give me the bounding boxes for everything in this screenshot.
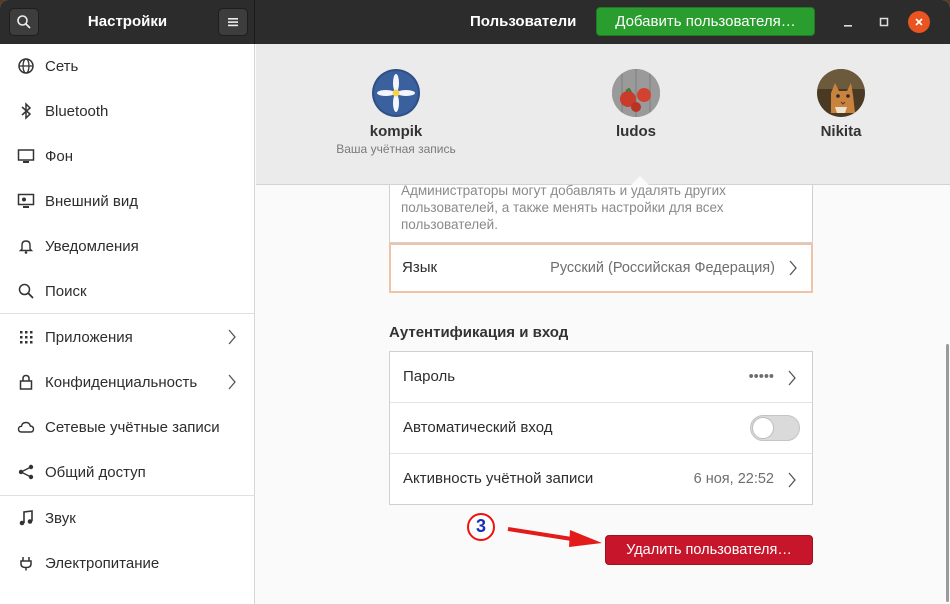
password-label: Пароль [403, 368, 456, 385]
sidebar-item-background[interactable]: Фон [0, 134, 254, 178]
auth-section-title: Аутентификация и вход [389, 324, 569, 341]
toggle-knob [752, 417, 774, 439]
minimize-icon [844, 25, 852, 27]
avatar [817, 69, 865, 117]
search-icon [17, 15, 31, 29]
step-callout: 3 [467, 513, 495, 541]
sidebar: Сеть Bluetooth Фон Внешний вид Уведомлен… [0, 44, 255, 604]
share-icon [17, 463, 35, 481]
user-switcher: kompik Ваша учётная запись ludos Nikita [256, 44, 950, 185]
user-name: ludos [616, 123, 656, 140]
chevron-right-icon [228, 329, 236, 349]
hamburger-icon [228, 18, 238, 27]
appearance-icon [17, 192, 35, 210]
sidebar-item-label: Поиск [45, 282, 87, 300]
password-row[interactable]: Пароль ••••• [390, 352, 812, 402]
account-activity-row[interactable]: Активность учётной записи 6 ноя, 22:52 [390, 454, 812, 504]
delete-user-button[interactable]: Удалить пользователя… [605, 535, 813, 565]
user-name: Nikita [820, 123, 862, 140]
bell-icon [17, 237, 35, 255]
sidebar-item-label: Фон [45, 147, 74, 165]
apps-grid-icon [17, 328, 35, 346]
sidebar-item-search[interactable]: Поиск [0, 269, 254, 313]
autologin-label: Автоматический вход [403, 419, 553, 436]
sidebar-divider [0, 313, 254, 314]
chevron-right-icon [789, 260, 797, 281]
activity-value: 6 ноя, 22:52 [693, 471, 774, 487]
minimize-button[interactable] [838, 12, 858, 32]
language-value: Русский (Российская Федерация) [550, 260, 775, 276]
lock-icon [17, 373, 35, 391]
menu-button[interactable] [218, 8, 248, 36]
scrollbar[interactable] [946, 344, 949, 602]
language-label: Язык [402, 259, 438, 276]
avatar [372, 69, 420, 117]
background-icon [17, 147, 35, 165]
language-row[interactable]: Язык Русский (Российская Федерация) [389, 243, 813, 293]
sidebar-item-privacy[interactable]: Конфиденциальность [0, 360, 254, 404]
avatar [612, 69, 660, 117]
sidebar-item-applications[interactable]: Приложения [0, 315, 254, 359]
chevron-right-icon [228, 374, 236, 394]
auth-panel: Пароль ••••• Автоматический вход Активно… [389, 351, 813, 505]
power-icon [17, 554, 35, 572]
close-icon [915, 18, 923, 26]
sidebar-item-online-accounts[interactable]: Сетевые учётные записи [0, 405, 254, 449]
sidebar-item-bluetooth[interactable]: Bluetooth [0, 89, 254, 133]
close-button[interactable] [908, 11, 930, 33]
autologin-toggle[interactable] [750, 415, 800, 441]
users-panel: kompik Ваша учётная запись ludos Nikita … [256, 44, 950, 604]
bluetooth-icon [17, 102, 35, 120]
search-icon [17, 282, 35, 300]
arrow-annotation-icon [507, 527, 602, 547]
user-subtitle: Ваша учётная запись [336, 142, 456, 156]
sidebar-item-label: Bluetooth [45, 102, 109, 120]
activity-label: Активность учётной записи [403, 470, 594, 487]
sidebar-item-network[interactable]: Сеть [0, 44, 254, 88]
autologin-row: Автоматический вход [390, 403, 812, 453]
user-card-nikita[interactable]: Nikita [751, 69, 931, 140]
page-title: Пользователи [470, 13, 577, 30]
header-left: Настройки [0, 0, 255, 44]
app-title: Настройки [87, 13, 168, 30]
admin-description: Администраторы могут добавлять и удалять… [401, 183, 726, 232]
search-button[interactable] [9, 8, 39, 36]
sidebar-item-label: Уведомления [45, 237, 139, 255]
sidebar-item-label: Звук [45, 509, 76, 527]
header-bar: Настройки Пользователи Добавить пользова… [0, 0, 950, 44]
sidebar-item-sharing[interactable]: Общий доступ [0, 450, 254, 494]
password-value: ••••• [748, 369, 774, 385]
sidebar-item-label: Сеть [45, 57, 79, 75]
music-note-icon [17, 509, 35, 527]
user-name: kompik [369, 123, 423, 140]
sidebar-item-label: Внешний вид [45, 192, 138, 210]
cloud-icon [17, 418, 35, 436]
user-card-kompik[interactable]: kompik Ваша учётная запись [306, 69, 486, 156]
maximize-button[interactable] [874, 12, 894, 32]
sidebar-item-label: Конфиденциальность [45, 373, 198, 391]
sidebar-item-notifications[interactable]: Уведомления [0, 224, 254, 268]
chevron-right-icon [788, 370, 796, 390]
user-card-ludos[interactable]: ludos [546, 69, 726, 140]
add-user-button[interactable]: Добавить пользователя… [596, 7, 815, 36]
sidebar-item-label: Электропитание [45, 554, 160, 572]
sidebar-item-label: Приложения [45, 328, 133, 346]
sidebar-item-appearance[interactable]: Внешний вид [0, 179, 254, 223]
sidebar-item-label: Сетевые учётные записи [45, 418, 220, 436]
sidebar-item-sound[interactable]: Звук [0, 496, 254, 540]
maximize-icon [879, 17, 889, 27]
chevron-right-icon [788, 472, 796, 492]
network-icon [17, 57, 35, 75]
sidebar-item-power[interactable]: Электропитание [0, 541, 254, 585]
settings-window: Настройки Пользователи Добавить пользова… [0, 0, 950, 604]
sidebar-item-label: Общий доступ [45, 463, 146, 481]
